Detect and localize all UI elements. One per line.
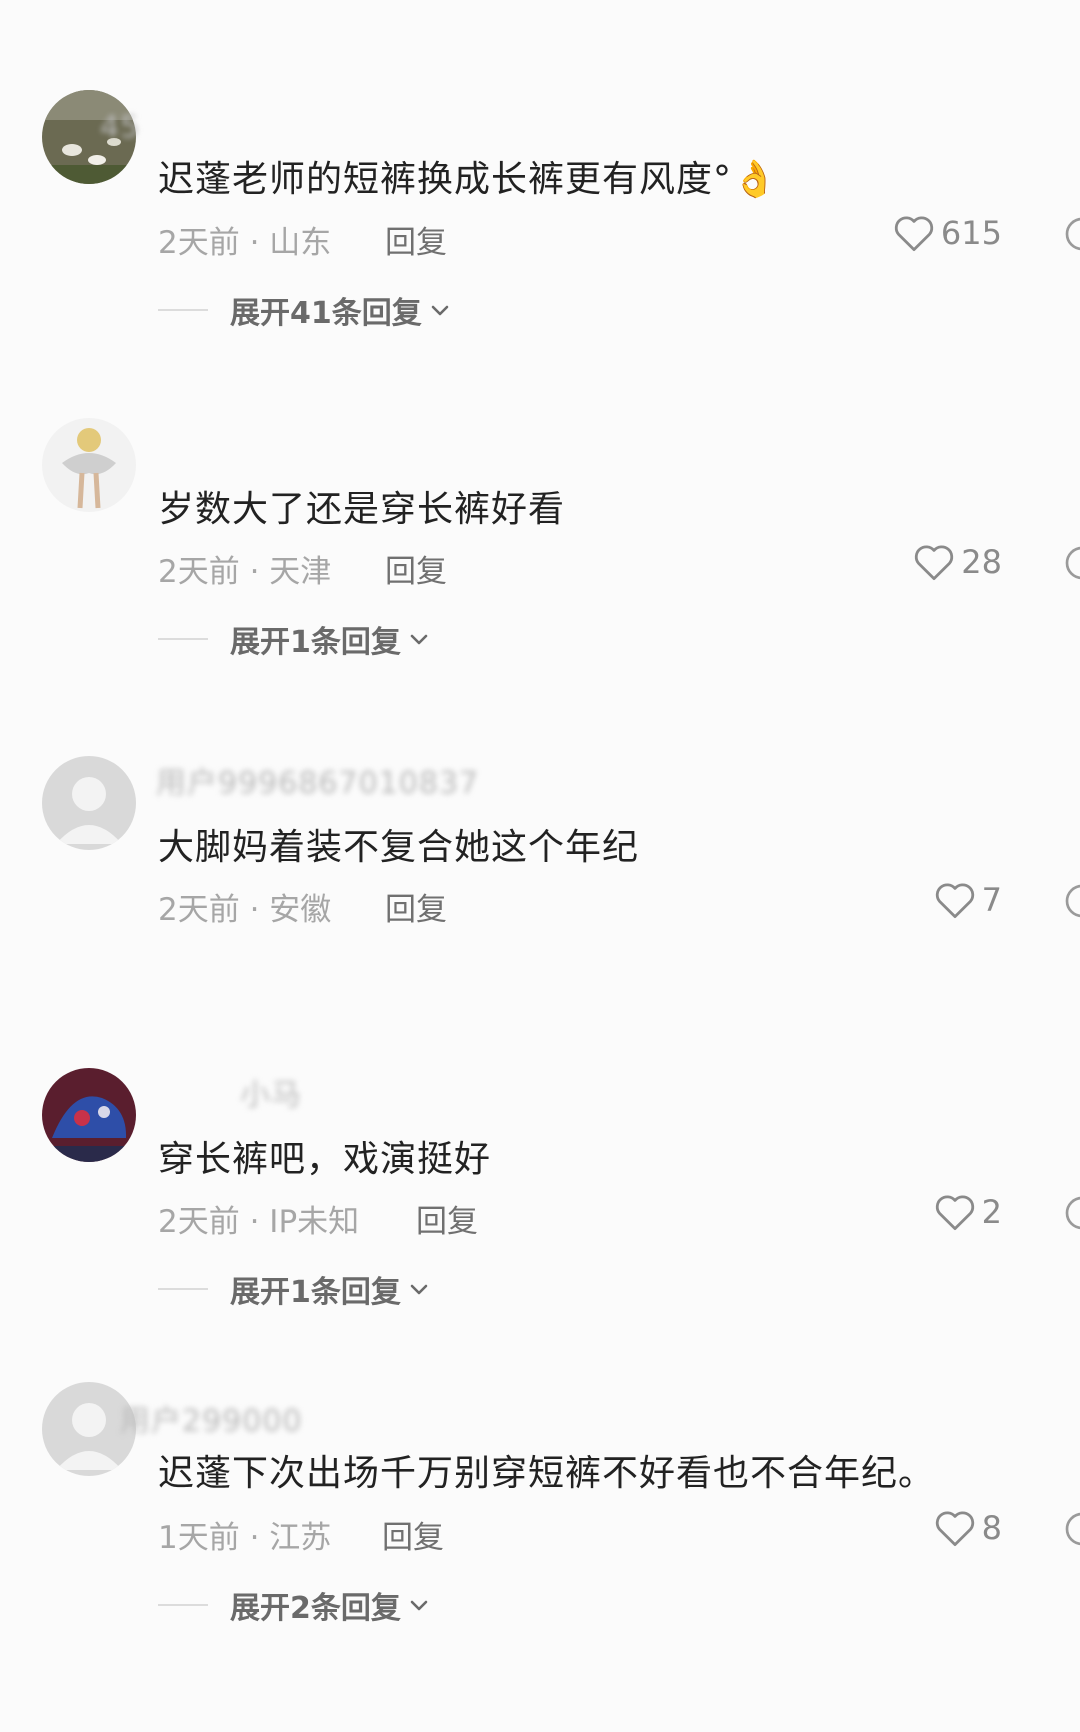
comment-time: 2天前 [158,1204,240,1240]
meta-separator: · [239,892,270,928]
meta-separator: · [239,1520,270,1556]
dislike-icon[interactable] [1062,1193,1080,1233]
like-count: 615 [940,214,1002,252]
comment-text: 迟蓬下次出场千万别穿短裤不好看也不合年纪。 [158,1453,936,1494]
avatar[interactable] [42,1068,136,1162]
reply-button[interactable]: 回复 [385,546,447,591]
divider-line [158,309,208,311]
heart-outline-icon [894,216,934,252]
divider-line [158,638,208,640]
comment-location: 天津 [269,554,332,590]
comment-time: 2天前 [158,554,240,590]
expand-replies[interactable]: 展开2条回复 [158,1583,431,1627]
like-button[interactable]: 8 [934,1508,1002,1548]
divider-line [158,1288,208,1290]
comment-username[interactable]: 45 [100,110,140,145]
dislike-icon[interactable] [1062,881,1080,921]
expand-replies[interactable]: 展开41条回复 [158,288,452,332]
comment-list: 45 迟蓬老师的短裤换成长裤更有风度°👌 2天前 · 山东 回复 615 展开4… [0,0,1080,1732]
heart-outline-icon [935,1195,974,1231]
chevron-down-icon [410,634,428,645]
comment-text: 岁数大了还是穿长裤好看 [158,489,566,530]
comment-location: 山东 [269,225,332,261]
dislike-icon[interactable] [1062,543,1080,583]
comment-meta: 2天前 · 天津 [158,546,331,591]
meta-separator: · [239,225,270,261]
expand-replies[interactable]: 展开1条回复 [158,617,431,661]
like-count: 28 [961,543,1002,581]
comment-meta: 2天前 · 安徽 [158,884,331,929]
like-button[interactable]: 28 [913,542,1002,582]
avatar[interactable] [42,418,136,512]
comment-username[interactable]: 用户9996867010837 [156,758,479,802]
expand-label: 展开41条回复 [230,296,422,331]
avatar[interactable] [42,756,136,850]
like-button[interactable]: 615 [893,213,1002,253]
comment-time: 2天前 [158,892,240,928]
dislike-icon[interactable] [1062,214,1080,254]
expand-label: 展开2条回复 [230,1591,401,1626]
heart-outline-icon [935,1511,974,1547]
expand-label: 展开1条回复 [230,625,401,660]
dislike-icon[interactable] [1062,1509,1080,1549]
comment-username[interactable]: 小马 [240,1070,302,1114]
comment-text: 大脚妈着装不复合她这个年纪 [158,827,640,868]
comment-text: 穿长裤吧，戏演挺好 [158,1139,492,1180]
comment-location: 安徽 [269,892,332,928]
heart-outline-icon [915,545,954,581]
like-count: 8 [981,1509,1002,1547]
reply-button[interactable]: 回复 [416,1196,478,1241]
comment-meta: 2天前 · 山东 [158,217,331,262]
chevron-down-icon [410,1600,428,1611]
comment-username[interactable]: 用户299000 [120,1396,303,1440]
like-button[interactable]: 2 [934,1192,1002,1232]
comment-time: 2天前 [158,225,240,261]
like-count: 2 [981,1193,1002,1231]
reply-button[interactable]: 回复 [382,1512,444,1557]
comment-location: 江苏 [269,1520,332,1556]
comment-text: 迟蓬老师的短裤换成长裤更有风度°👌 [158,159,778,200]
meta-separator: · [239,1204,270,1240]
like-count: 7 [981,881,1002,919]
reply-button[interactable]: 回复 [385,884,447,929]
meta-separator: · [239,554,270,590]
divider-line [158,1604,208,1606]
expand-label: 展开1条回复 [230,1275,401,1310]
comment-meta: 1天前 · 江苏 [158,1512,331,1557]
comment-time: 1天前 [158,1520,240,1556]
comment-location: IP未知 [269,1204,360,1240]
chevron-down-icon [410,1284,428,1295]
reply-button[interactable]: 回复 [385,217,447,262]
chevron-down-icon [431,305,449,316]
like-button[interactable]: 7 [934,880,1002,920]
heart-outline-icon [935,883,974,919]
comment-meta: 2天前 · IP未知 [158,1196,359,1241]
expand-replies[interactable]: 展开1条回复 [158,1267,431,1311]
